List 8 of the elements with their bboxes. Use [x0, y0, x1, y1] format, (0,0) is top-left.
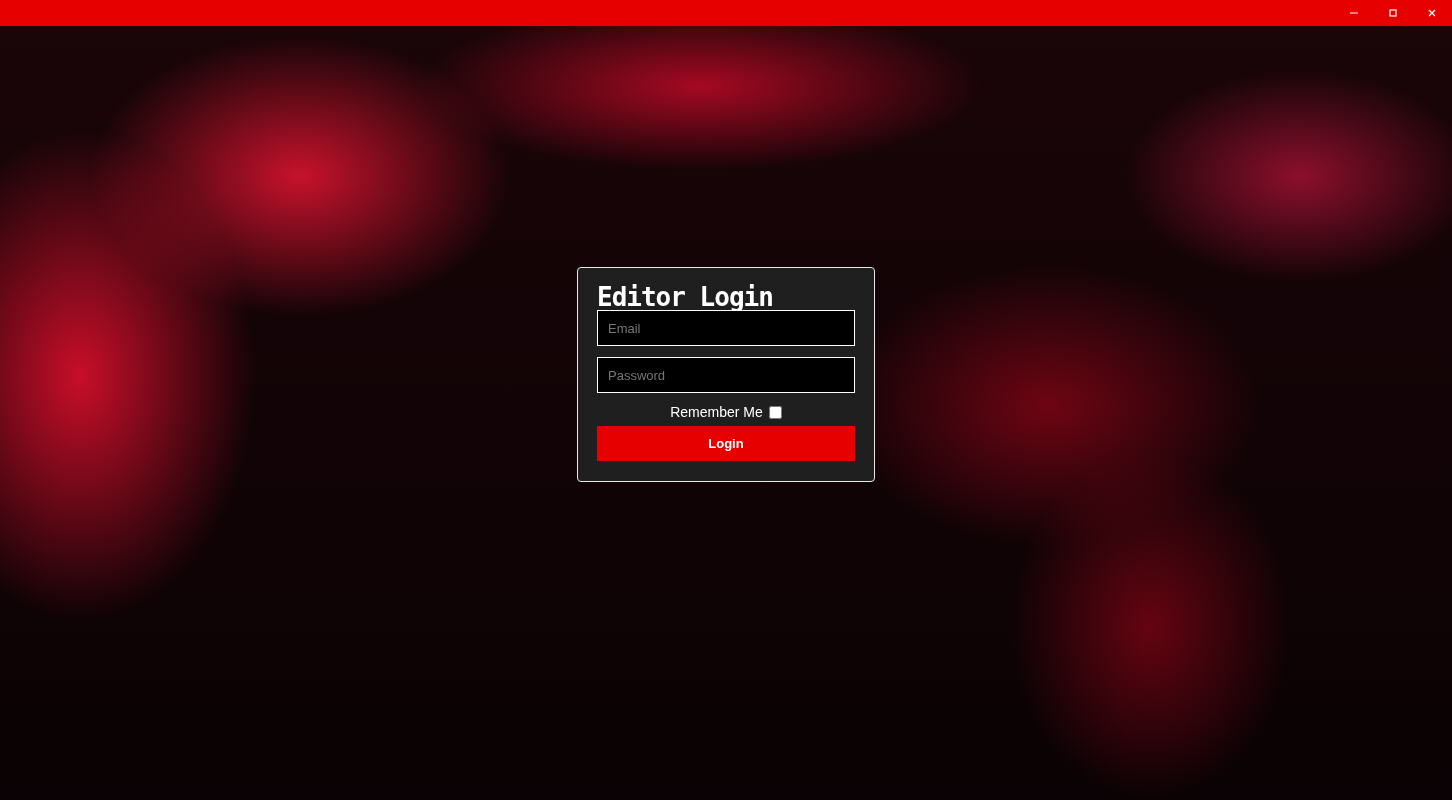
email-field[interactable]: Email [597, 310, 855, 346]
remember-me-label: Remember Me [670, 404, 763, 420]
remember-me-checkbox[interactable] [768, 405, 782, 419]
close-icon[interactable] [1427, 8, 1437, 18]
login-title: Editor Login [597, 284, 774, 310]
password-field[interactable]: Password [597, 357, 855, 393]
login-button[interactable]: Login [597, 426, 855, 461]
maximize-icon[interactable] [1388, 8, 1398, 18]
